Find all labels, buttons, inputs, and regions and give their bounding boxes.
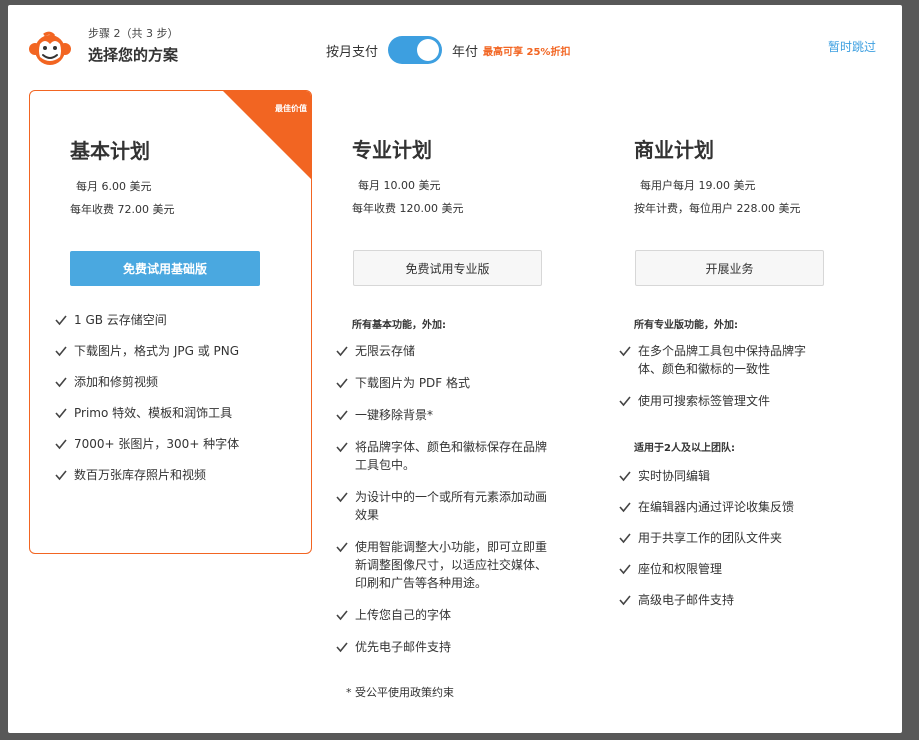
- pro-price-yearly: 每年收费 120.00 美元: [352, 202, 464, 215]
- checkmark-icon: [336, 492, 348, 503]
- list-item: 座位和权限管理: [618, 560, 823, 578]
- list-item: 上传您自己的字体: [335, 606, 553, 624]
- page-title: 选择您的方案: [88, 46, 179, 64]
- list-item: 在多个品牌工具包中保持品牌字体、颜色和徽标的一致性: [618, 342, 823, 378]
- pro-feature-list: 无限云存储 下载图片为 PDF 格式 一键移除背景* 将品牌字体、颜色和徽标保存…: [335, 342, 553, 656]
- list-item: 下载图片，格式为 JPG 或 PNG: [54, 342, 304, 360]
- checkmark-icon: [336, 346, 348, 357]
- try-pro-button[interactable]: 免费试用专业版: [353, 250, 542, 286]
- list-item: 下载图片为 PDF 格式: [335, 374, 553, 392]
- list-item: 在编辑器内通过评论收集反馈: [618, 498, 823, 516]
- checkmark-icon: [336, 642, 348, 653]
- basic-plan-card: 最佳价值 基本计划 每月 6.00 美元 每年收费 72.00 美元 免费试用基…: [29, 90, 312, 554]
- checkmark-icon: [55, 377, 67, 388]
- checkmark-icon: [336, 542, 348, 553]
- list-item: 为设计中的一个或所有元素添加动画效果: [335, 488, 553, 524]
- pro-price-monthly: 每月 10.00 美元: [358, 179, 441, 192]
- checkmark-icon: [336, 610, 348, 621]
- basic-price-yearly: 每年收费 72.00 美元: [70, 203, 175, 216]
- checkmark-icon: [619, 533, 631, 544]
- business-section-heading: 所有专业版功能，外加:: [634, 320, 738, 331]
- list-item: 使用可搜索标签管理文件: [618, 392, 823, 410]
- list-item: 实时协同编辑: [618, 467, 823, 485]
- list-item: 1 GB 云存储空间: [54, 311, 304, 329]
- try-basic-button[interactable]: 免费试用基础版: [70, 251, 260, 286]
- checkmark-icon: [619, 595, 631, 606]
- skip-link[interactable]: 暂时跳过: [828, 38, 876, 55]
- monkey-logo-icon: [29, 31, 71, 65]
- step-indicator: 步骤 2（共 3 步）: [88, 27, 179, 40]
- basic-feature-list: 1 GB 云存储空间 下载图片，格式为 JPG 或 PNG 添加和修剪视频 Pr…: [54, 311, 304, 484]
- business-plan-name: 商业计划: [634, 138, 714, 162]
- list-item: 使用智能调整大小功能，即可立即重新调整图像尺寸，以适应社交媒体、印刷和广告等各种…: [335, 538, 553, 592]
- checkmark-icon: [336, 410, 348, 421]
- checkmark-icon: [55, 346, 67, 357]
- discount-badge: 最高可享 25%折扣: [483, 46, 571, 58]
- checkmark-icon: [55, 439, 67, 450]
- list-item: 添加和修剪视频: [54, 373, 304, 391]
- pro-plan-name: 专业计划: [352, 138, 432, 162]
- list-item: 将品牌字体、颜色和徽标保存在品牌工具包中。: [335, 438, 553, 474]
- billing-toggle-group: 按月支付 年付 最高可享 25%折扣: [326, 36, 570, 64]
- billing-toggle[interactable]: [388, 36, 443, 64]
- list-item: 高级电子邮件支持: [618, 591, 823, 609]
- team-section-heading: 适用于2人及以上团队:: [634, 443, 735, 454]
- checkmark-icon: [619, 346, 631, 357]
- list-item: 无限云存储: [335, 342, 553, 360]
- checkmark-icon: [619, 502, 631, 513]
- fair-use-footnote: * 受公平使用政策约束: [346, 686, 454, 699]
- checkmark-icon: [55, 470, 67, 481]
- checkmark-icon: [619, 564, 631, 575]
- list-item: 优先电子邮件支持: [335, 638, 553, 656]
- checkmark-icon: [619, 396, 631, 407]
- pro-section-heading: 所有基本功能，外加:: [352, 320, 446, 331]
- list-item: 用于共享工作的团队文件夹: [618, 529, 823, 547]
- team-feature-list: 实时协同编辑 在编辑器内通过评论收集反馈 用于共享工作的团队文件夹 座位和权限管…: [618, 467, 823, 609]
- business-price-yearly: 按年计费，每位用户 228.00 美元: [634, 202, 801, 215]
- monthly-label[interactable]: 按月支付: [326, 41, 378, 60]
- toggle-knob: [417, 39, 440, 61]
- list-item: 一键移除背景*: [335, 406, 553, 424]
- checkmark-icon: [55, 408, 67, 419]
- basic-plan-name: 基本计划: [70, 139, 150, 163]
- list-item: 7000+ 张图片，300+ 种字体: [54, 435, 304, 453]
- checkmark-icon: [336, 442, 348, 453]
- checkmark-icon: [55, 315, 67, 326]
- start-business-button[interactable]: 开展业务: [635, 250, 824, 286]
- business-price-monthly: 每用户每月 19.00 美元: [640, 179, 756, 192]
- list-item: Primo 特效、模板和润饰工具: [54, 404, 304, 422]
- business-feature-list: 在多个品牌工具包中保持品牌字体、颜色和徽标的一致性 使用可搜索标签管理文件: [618, 342, 823, 410]
- yearly-label[interactable]: 年付: [452, 41, 478, 60]
- list-item: 数百万张库存照片和视频: [54, 466, 304, 484]
- checkmark-icon: [619, 471, 631, 482]
- plan-selection-dialog: 步骤 2（共 3 步） 选择您的方案 按月支付 年付 最高可享 25%折扣 暂时…: [8, 5, 902, 733]
- basic-price-monthly: 每月 6.00 美元: [76, 180, 152, 193]
- ribbon-label: 最佳价值: [275, 104, 307, 113]
- checkmark-icon: [336, 378, 348, 389]
